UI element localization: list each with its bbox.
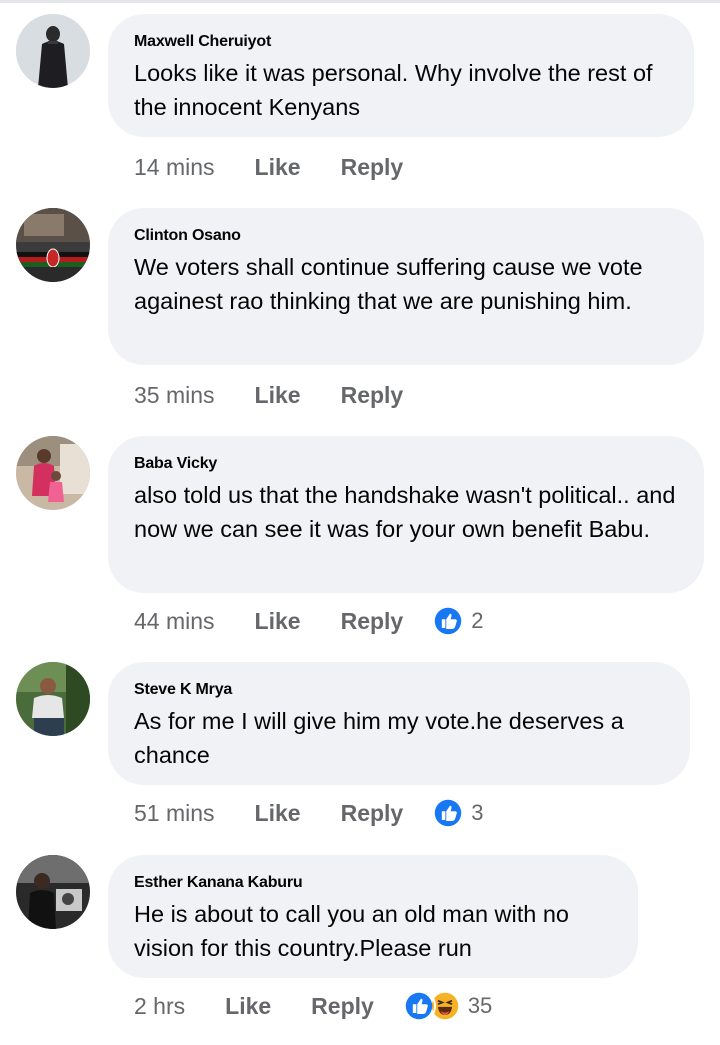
reaction-summary[interactable]: 35	[401, 989, 493, 1023]
comment-text: He is about to call you an old man with …	[134, 901, 570, 961]
comment-timestamp[interactable]: 14 mins	[134, 154, 215, 181]
reaction-summary[interactable]: 2	[431, 604, 483, 638]
comment-author[interactable]: Esther Kanana Kaburu	[134, 873, 612, 893]
comment-actions: 2 hrs Like Reply 35	[134, 989, 492, 1023]
like-reaction-icon	[431, 604, 466, 638]
comment-actions: 35 mins Like Reply	[134, 378, 403, 412]
comment-author[interactable]: Steve K Mrya	[134, 680, 664, 700]
comment-text: As for me I will give him my vote.he des…	[134, 708, 624, 768]
reaction-count: 2	[471, 608, 484, 633]
comment-timestamp[interactable]: 51 mins	[134, 800, 215, 827]
comment-bubble: Maxwell Cheruiyot Looks like it was pers…	[108, 14, 694, 137]
like-button[interactable]: Like	[255, 800, 301, 827]
comment-bubble: Steve K Mrya As for me I will give him m…	[108, 662, 690, 785]
like-button[interactable]: Like	[255, 382, 301, 409]
reaction-count: 3	[471, 800, 484, 825]
comment-text: also told us that the handshake wasn't p…	[134, 482, 676, 542]
comment-timestamp[interactable]: 44 mins	[134, 608, 215, 635]
reaction-summary[interactable]: 3	[431, 796, 483, 830]
like-reaction-icon	[431, 796, 466, 830]
comment-actions: 51 mins Like Reply 3	[134, 796, 483, 830]
reply-button[interactable]: Reply	[341, 154, 404, 181]
top-divider	[0, 0, 720, 3]
comment-author[interactable]: Clinton Osano	[134, 226, 678, 246]
comment-bubble: Esther Kanana Kaburu He is about to call…	[108, 855, 638, 978]
reaction-count: 35	[467, 993, 493, 1018]
comment-bubble: Clinton Osano We voters shall continue s…	[108, 208, 704, 365]
reply-button[interactable]: Reply	[341, 382, 404, 409]
reply-button[interactable]: Reply	[341, 608, 404, 635]
comment-timestamp[interactable]: 35 mins	[134, 382, 215, 409]
like-reaction-icon	[401, 989, 436, 1023]
comment-actions: 14 mins Like Reply	[134, 150, 403, 184]
like-button[interactable]: Like	[255, 154, 301, 181]
avatar-photo-icon[interactable]	[16, 14, 90, 88]
comment-text: Looks like it was personal. Why involve …	[134, 60, 653, 120]
avatar-photo-icon[interactable]	[16, 855, 90, 929]
avatar-photo-icon[interactable]	[16, 662, 90, 736]
like-button[interactable]: Like	[225, 993, 271, 1020]
comment-author[interactable]: Maxwell Cheruiyot	[134, 32, 668, 52]
avatar-photo-icon[interactable]	[16, 208, 90, 282]
comment-timestamp[interactable]: 2 hrs	[134, 993, 185, 1020]
comment-bubble: Baba Vicky also told us that the handsha…	[108, 436, 704, 593]
reply-button[interactable]: Reply	[341, 800, 404, 827]
reply-button[interactable]: Reply	[311, 993, 374, 1020]
comment-actions: 44 mins Like Reply 2	[134, 604, 483, 638]
like-button[interactable]: Like	[255, 608, 301, 635]
comment-text: We voters shall continue suffering cause…	[134, 254, 643, 314]
avatar-photo-icon[interactable]	[16, 436, 90, 510]
comment-author[interactable]: Baba Vicky	[134, 454, 678, 474]
